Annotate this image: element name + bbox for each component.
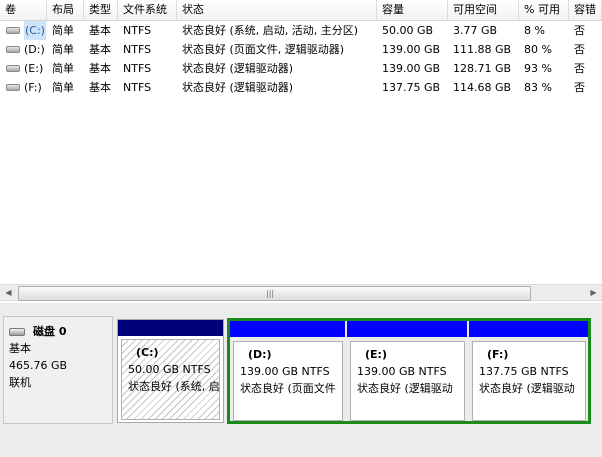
- volume-list: (C:) 简单 基本 NTFS 状态良好 (系统, 启动, 活动, 主分区) 5…: [0, 21, 602, 97]
- type-cell: 基本: [89, 81, 111, 94]
- capacity-cell: 50.00 GB: [382, 24, 434, 37]
- partition-c[interactable]: (C:) 50.00 GB NTFS 状态良好 (系统, 启: [117, 319, 224, 423]
- col-header-capacity[interactable]: 容量: [377, 0, 448, 20]
- col-header-free-space[interactable]: 可用空间: [448, 0, 519, 20]
- volume-name: (C:): [24, 21, 46, 40]
- logical-drive-bar: [230, 321, 345, 337]
- partition-status: 状态良好 (逻辑驱动: [479, 382, 575, 395]
- logical-drive-bar: [347, 321, 467, 337]
- volume-name: (F:): [24, 81, 42, 94]
- hatched-fill: (C:) 50.00 GB NTFS 状态良好 (系统, 启: [121, 339, 220, 420]
- col-header-filesystem[interactable]: 文件系统: [118, 0, 177, 20]
- percent-free-cell: 8 %: [524, 24, 545, 37]
- free-space-cell: 114.68 GB: [453, 81, 512, 94]
- volume-name: (D:): [24, 43, 45, 56]
- col-header-status[interactable]: 状态: [177, 0, 377, 20]
- partition-label: (F:): [487, 348, 509, 361]
- partition-e[interactable]: (E:) 139.00 GB NTFS 状态良好 (逻辑驱动: [347, 321, 467, 421]
- partition-label: (C:): [136, 346, 159, 359]
- fault-tolerance-cell: 否: [574, 43, 585, 56]
- horizontal-scrollbar[interactable]: ◀ ||| ▶: [0, 284, 602, 301]
- col-header-volume[interactable]: 卷: [0, 0, 47, 20]
- scrollbar-grip-icon: |||: [266, 289, 275, 298]
- drive-icon: [6, 84, 20, 91]
- type-cell: 基本: [89, 62, 111, 75]
- scrollbar-thumb[interactable]: |||: [18, 286, 531, 301]
- partition-size: 50.00 GB NTFS: [128, 363, 211, 376]
- type-cell: 基本: [89, 24, 111, 37]
- partition-f[interactable]: (F:) 137.75 GB NTFS 状态良好 (逻辑驱动: [469, 321, 588, 421]
- col-header-layout[interactable]: 布局: [47, 0, 84, 20]
- disk-type: 基本: [9, 342, 31, 355]
- disk-status: 联机: [9, 376, 31, 389]
- partition-status: 状态良好 (系统, 启: [128, 380, 219, 393]
- disk-icon: [9, 327, 25, 336]
- free-space-cell: 3.77 GB: [453, 24, 498, 37]
- partition-d[interactable]: (D:) 139.00 GB NTFS 状态良好 (页面文件: [230, 321, 345, 421]
- col-header-type[interactable]: 类型: [84, 0, 118, 20]
- capacity-cell: 137.75 GB: [382, 81, 441, 94]
- status-cell: 状态良好 (系统, 启动, 活动, 主分区): [182, 24, 359, 37]
- disk-info[interactable]: 磁盘 0 基本 465.76 GB 联机: [3, 316, 113, 424]
- scroll-left-arrow-icon[interactable]: ◀: [0, 285, 17, 301]
- volume-name: (E:): [24, 62, 44, 75]
- col-header-fault-tolerance[interactable]: 容错: [569, 0, 602, 20]
- drive-icon: [6, 46, 20, 53]
- partition-label: (E:): [365, 348, 387, 361]
- partition-size: 139.00 GB NTFS: [240, 365, 330, 378]
- free-space-cell: 111.88 GB: [453, 43, 512, 56]
- table-row-c[interactable]: (C:) 简单 基本 NTFS 状态良好 (系统, 启动, 活动, 主分区) 5…: [0, 21, 602, 40]
- disk-title: 磁盘 0: [33, 325, 67, 338]
- percent-free-cell: 83 %: [524, 81, 552, 94]
- partition-size: 139.00 GB NTFS: [357, 365, 447, 378]
- filesystem-cell: NTFS: [123, 62, 152, 75]
- filesystem-cell: NTFS: [123, 43, 152, 56]
- partition-status: 状态良好 (逻辑驱动: [357, 382, 453, 395]
- status-cell: 状态良好 (逻辑驱动器): [182, 81, 294, 94]
- column-header-row: 卷 布局 类型 文件系统 状态 容量 可用空间 % 可用 容错: [0, 0, 602, 21]
- type-cell: 基本: [89, 43, 111, 56]
- partition-label: (D:): [248, 348, 272, 361]
- primary-partition-bar: [118, 320, 223, 336]
- fault-tolerance-cell: 否: [574, 62, 585, 75]
- disk-size: 465.76 GB: [9, 359, 68, 372]
- layout-cell: 简单: [52, 43, 74, 56]
- free-space-cell: 128.71 GB: [453, 62, 512, 75]
- partition-status: 状态良好 (页面文件: [240, 382, 336, 395]
- col-header-percent-free[interactable]: % 可用: [519, 0, 569, 20]
- drive-icon: [6, 27, 20, 34]
- capacity-cell: 139.00 GB: [382, 62, 441, 75]
- capacity-cell: 139.00 GB: [382, 43, 441, 56]
- disk-map-pane: 磁盘 0 基本 465.76 GB 联机 (C:) 50.00 GB NTFS …: [0, 303, 602, 457]
- layout-cell: 简单: [52, 81, 74, 94]
- percent-free-cell: 93 %: [524, 62, 552, 75]
- status-cell: 状态良好 (页面文件, 逻辑驱动器): [182, 43, 345, 56]
- layout-cell: 简单: [52, 62, 74, 75]
- table-row-d[interactable]: (D:) 简单 基本 NTFS 状态良好 (页面文件, 逻辑驱动器) 139.0…: [0, 40, 602, 59]
- extended-partition: (D:) 139.00 GB NTFS 状态良好 (页面文件 (E:) 139.…: [227, 318, 591, 424]
- filesystem-cell: NTFS: [123, 81, 152, 94]
- percent-free-cell: 80 %: [524, 43, 552, 56]
- scroll-right-arrow-icon[interactable]: ▶: [585, 285, 602, 301]
- fault-tolerance-cell: 否: [574, 24, 585, 37]
- status-cell: 状态良好 (逻辑驱动器): [182, 62, 294, 75]
- drive-icon: [6, 65, 20, 72]
- partition-size: 137.75 GB NTFS: [479, 365, 569, 378]
- table-row-e[interactable]: (E:) 简单 基本 NTFS 状态良好 (逻辑驱动器) 139.00 GB 1…: [0, 59, 602, 78]
- layout-cell: 简单: [52, 24, 74, 37]
- filesystem-cell: NTFS: [123, 24, 152, 37]
- fault-tolerance-cell: 否: [574, 81, 585, 94]
- table-row-f[interactable]: (F:) 简单 基本 NTFS 状态良好 (逻辑驱动器) 137.75 GB 1…: [0, 78, 602, 97]
- logical-drive-bar: [469, 321, 588, 337]
